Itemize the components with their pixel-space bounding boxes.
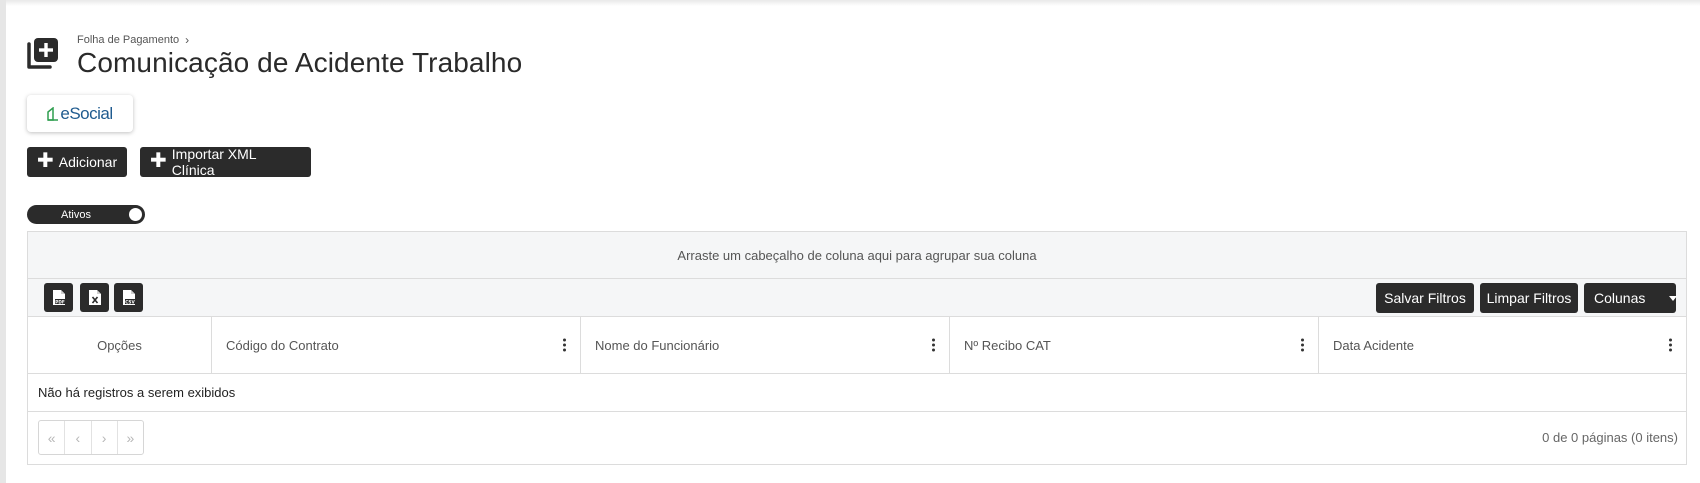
column-header-label: Nº Recibo CAT [964,337,1051,353]
next-page-button[interactable]: › [92,421,118,454]
column-header-label: Opções [97,337,142,353]
xls-icon [88,290,101,305]
csv-icon: CSV [122,290,135,305]
active-toggle[interactable]: Ativos [27,205,145,224]
column-header-label: Nome do Funcionário [595,337,720,353]
toggle-knob [129,208,142,221]
clear-filters-button[interactable]: Limpar Filtros [1480,283,1578,313]
import-xml-button-label: Importar XML Clínica [171,146,257,178]
save-filters-button[interactable]: Salvar Filtros [1376,283,1474,313]
svg-text:PDF: PDF [55,299,65,304]
column-menu-icon[interactable] [562,338,566,352]
column-header-label: Data Acidente [1333,337,1414,353]
plus-icon: ✚ [150,150,167,172]
column-menu-icon[interactable] [931,338,935,352]
grid-toolbar: PDF CSV Salvar Filtros Limpar Filtros Co… [28,279,1686,317]
svg-text:CSV: CSV [125,299,135,304]
column-header-cat-receipt[interactable]: Nº Recibo CAT [950,317,1319,373]
last-page-button[interactable]: » [118,421,143,454]
grid-header-row: Opções Código do Contrato Nome do Funcio… [28,317,1686,374]
column-menu-icon[interactable] [1668,338,1672,352]
plus-icon: ✚ [37,150,54,172]
top-shadow [0,0,1700,6]
columns-button-label: Colunas [1594,290,1646,306]
prev-page-button[interactable]: ‹ [65,421,92,454]
chevron-right-icon: › [185,33,190,47]
column-header-accident-date[interactable]: Data Acidente [1319,317,1686,373]
column-header-label: Código do Contrato [226,337,339,353]
pdf-icon: PDF [52,290,65,305]
esocial-logo-card[interactable]: eSocial [27,95,133,132]
data-grid: Arraste um cabeçalho de coluna aqui para… [27,231,1687,465]
breadcrumb: Folha de Pagamento › [77,33,189,47]
column-menu-icon[interactable] [1300,338,1304,352]
left-sidebar-strip [0,0,6,483]
esocial-logo-text: eSocial [60,103,113,123]
columns-dropdown-button[interactable]: Colunas [1584,283,1678,313]
column-header-contract-code[interactable]: Código do Contrato [212,317,581,373]
breadcrumb-parent[interactable]: Folha de Pagamento [77,34,179,46]
add-document-icon [27,38,58,69]
export-csv-button[interactable]: CSV [114,283,143,312]
column-header-options: Opções [28,317,212,373]
column-header-employee-name[interactable]: Nome do Funcionário [581,317,950,373]
add-button[interactable]: ✚ Adicionar [27,147,127,177]
page-header: Folha de Pagamento › Comunicação de Acid… [26,31,926,81]
export-pdf-button[interactable]: PDF [44,283,73,312]
empty-message: Não há registros a serem exibidos [28,374,1686,412]
active-toggle-label: Ativos [61,208,91,221]
add-button-label: Adicionar [58,154,118,170]
group-panel[interactable]: Arraste um cabeçalho de coluna aqui para… [28,232,1686,279]
esocial-mark-icon [47,106,59,121]
caret-down-icon [1669,295,1678,301]
export-xls-button[interactable] [80,283,109,312]
first-page-button[interactable]: « [39,421,66,454]
pager-info: 0 de 0 páginas (0 itens) [1542,430,1678,445]
page-title: Comunicação de Acidente Trabalho [77,47,523,78]
import-xml-button[interactable]: ✚ Importar XML Clínica [140,146,311,178]
esocial-logo: eSocial [47,103,113,124]
pager-row: « ‹ › » 0 de 0 páginas (0 itens) [28,412,1686,464]
pager: « ‹ › » [38,420,144,455]
